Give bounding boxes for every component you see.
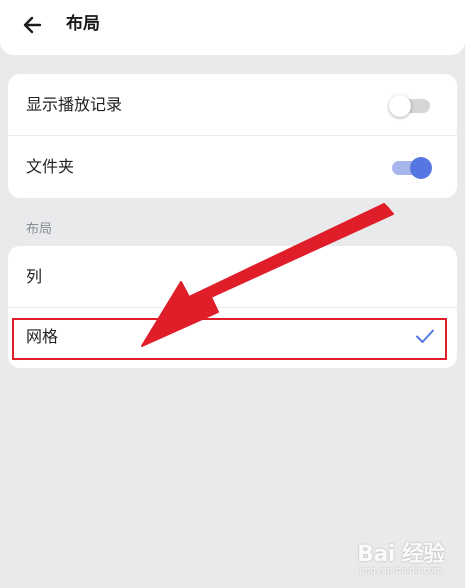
layout-option-list-label: 列 <box>26 267 43 286</box>
watermark-text: Bai 经验 <box>357 542 445 567</box>
setting-label-folder: 文件夹 <box>26 157 75 176</box>
layout-option-grid-label: 网格 <box>26 327 59 346</box>
checkmark-icon <box>416 329 434 343</box>
baidu-jingyan-watermark: Bai 经验 jingyan.baidu.com <box>357 536 445 576</box>
setting-row-show-history[interactable]: 显示播放记录 <box>8 74 457 136</box>
arrow-left-icon <box>23 16 42 34</box>
watermark-logo: Bai 经验 <box>357 536 445 568</box>
back-button[interactable] <box>18 10 48 40</box>
watermark-subtext: jingyan.baidu.com <box>359 566 443 576</box>
folder-toggle[interactable] <box>389 157 432 179</box>
setting-row-folder[interactable]: 文件夹 <box>8 136 457 198</box>
toggle-knob <box>389 95 411 117</box>
layout-option-list[interactable]: 列 <box>8 246 457 308</box>
show-history-toggle[interactable] <box>389 95 430 117</box>
layout-section-label: 布局 <box>26 222 53 237</box>
toggle-knob <box>410 157 432 179</box>
page-title: 布局 <box>66 14 100 34</box>
settings-card: 显示播放记录 文件夹 <box>8 74 457 198</box>
layout-card: 列 网格 <box>8 246 457 368</box>
setting-label-show-history: 显示播放记录 <box>26 95 123 114</box>
app-header: 布局 <box>0 0 465 55</box>
layout-option-grid[interactable]: 网格 <box>8 308 457 368</box>
